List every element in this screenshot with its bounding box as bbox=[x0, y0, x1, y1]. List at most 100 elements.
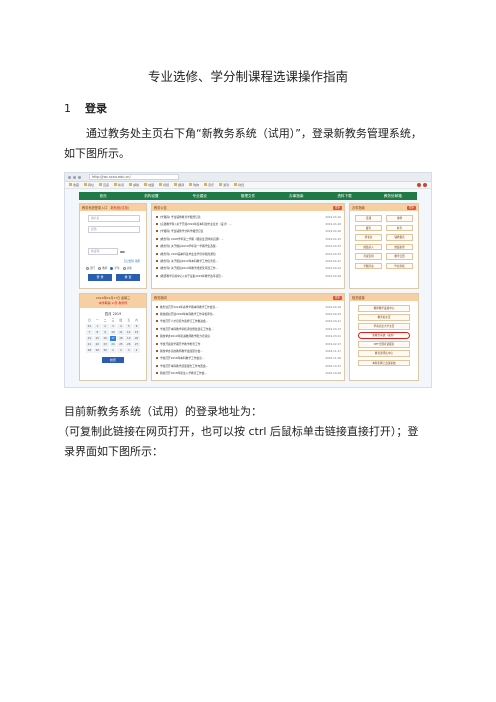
guide-item: 缓考 bbox=[355, 224, 382, 231]
role-radio: 访客 bbox=[122, 266, 132, 270]
new-system-link: 新教务系统（试用） bbox=[358, 332, 410, 339]
news-list: 教务处召开2019年春季学期本科教学工作会议... 2019-04-16 我校组织开… bbox=[152, 301, 344, 377]
list-item-date: 2019-04-16 bbox=[325, 214, 341, 219]
list-item: 学校召开2018年本科教学工作会议... 2018-11-06 bbox=[156, 355, 341, 362]
favorite-item: 视频 bbox=[159, 183, 169, 187]
favorite-label: 网址 bbox=[88, 183, 95, 187]
list-item: [教务科] 关于做好2019学年第一学期学生选课... 2019-04-15 bbox=[156, 243, 341, 250]
nav-item: 教务处邮箱 bbox=[383, 193, 402, 198]
radio-icon bbox=[122, 266, 126, 270]
folder-icon bbox=[114, 183, 118, 186]
calendar-panel: 2019年04月17日 星期三 本学期第 9 周 教学周 四月 2019 日 一 二… bbox=[79, 293, 147, 381]
guide-item: 毕业审核 bbox=[386, 262, 413, 269]
calendar-day: 27 bbox=[133, 342, 140, 347]
portal-body: 教务系统登录入口 新系统(试用) 用户名 密码 验证码 9N 忘记密码 注册 部门… bbox=[79, 203, 419, 383]
weekday-label: 五 bbox=[127, 319, 130, 322]
folder-icon bbox=[99, 183, 103, 186]
weekday-label: 一 bbox=[95, 319, 99, 322]
favorite-item: 音乐 bbox=[204, 183, 214, 187]
calendar-day: 3 bbox=[109, 324, 117, 329]
list-item-date: 2018-11-27 bbox=[325, 349, 341, 354]
section-heading-text: 登录 bbox=[85, 102, 107, 115]
calendar-grid: 日一二三四五六 31 1 2 3 4 5 6 7 8 9 10 11 12 13 14 15 16 17 18 19 20… bbox=[86, 318, 140, 353]
calendar-day: 23 bbox=[101, 342, 109, 347]
list-item-date: 2019-04-03 bbox=[325, 312, 341, 317]
login-new-system-link: 新系统(试用) bbox=[110, 206, 129, 210]
list-item: [教务科] 关于组织2019年教学成果奖评选工作... 2019-04-10 bbox=[156, 265, 341, 272]
favorite-item: 地图 bbox=[144, 183, 154, 187]
list-item-date: 2018-11-06 bbox=[325, 356, 341, 361]
guide-panel-head: 办事指南 更多 bbox=[350, 204, 418, 211]
bullet-icon bbox=[156, 223, 158, 226]
favorite-label: 视频 bbox=[163, 183, 170, 187]
favorite-label: 购物 bbox=[193, 183, 200, 187]
bullet-icon bbox=[156, 357, 158, 360]
bullet-icon bbox=[156, 327, 158, 330]
calendar-day: 14 bbox=[86, 336, 93, 341]
nav-item: 机构设置 bbox=[144, 193, 159, 198]
radio-icon bbox=[86, 266, 89, 270]
list-item-title: 学校召开本科教学质量报告工作布置会... bbox=[160, 363, 209, 368]
calendar-day: 20 bbox=[133, 336, 140, 341]
favorite-item: 新闻 bbox=[114, 183, 124, 187]
links-panel-head: 相关链接 bbox=[350, 294, 418, 301]
list-item: [教务科] 2018学年第二学期《组织生活体验实践》... 2019-04-15 bbox=[156, 235, 341, 242]
list-item: [教务科] 2019届本科生毕业生学位审核的通知 2019-04-15 bbox=[156, 250, 341, 257]
related-link: 本科生网上选课系统 bbox=[358, 359, 410, 367]
list-item: [学籍科] 学生辅修教育学籍登记表 2019-04-16 bbox=[156, 213, 341, 220]
role-radio-label: 教师 bbox=[102, 267, 108, 270]
role-radio: 学生 bbox=[110, 266, 120, 270]
calendar-day: 26 bbox=[125, 342, 133, 347]
weekday-label: 四 bbox=[119, 319, 123, 322]
forward-icon bbox=[73, 175, 76, 179]
list-item-title: [实践教学科] 关于开展2019年度本科生毕业论文（设计）... bbox=[160, 222, 232, 227]
nav-item: 办事指南 bbox=[289, 193, 304, 198]
list-item-date: 2019-03-13 bbox=[325, 326, 341, 331]
list-item-date: 2019-04-10 bbox=[325, 266, 341, 271]
favorite-label: 邮箱 bbox=[133, 183, 140, 187]
favorite-label: 地图 bbox=[148, 183, 155, 187]
calendar-day: 11 bbox=[117, 330, 125, 335]
list-item-title: [教务科] 2018学年第二学期《组织生活体验实践》... bbox=[160, 236, 224, 241]
favorite-item: 财经 bbox=[234, 183, 244, 187]
calendar-day: 8 bbox=[93, 330, 101, 335]
folder-icon bbox=[84, 183, 88, 186]
news-panel: 教务新闻 更多 教务处召开2019年春季学期本科教学工作会议... 2019-04… bbox=[151, 293, 345, 381]
role-radios: 部门 教师 学生 访客 bbox=[86, 266, 142, 270]
calendar-day: 18 bbox=[117, 336, 125, 341]
list-item-date: 2019-04-12 bbox=[325, 259, 341, 264]
folder-icon bbox=[129, 183, 133, 186]
weekday-label: 三 bbox=[111, 319, 115, 322]
folder-icon bbox=[69, 183, 72, 186]
list-item-date: 2019-04-15 bbox=[325, 244, 341, 249]
list-item-title: [学籍科] 学生辅修教育学籍登记表 bbox=[160, 214, 201, 219]
page-title: 专业选修、学分制课程选课操作指南 bbox=[147, 69, 348, 84]
list-item: [学籍科] 学生辅修学分转学籍登记表 2019-04-16 bbox=[156, 228, 341, 235]
related-link: 教务处主页 bbox=[358, 314, 410, 321]
favorite-label: 新闻 bbox=[118, 183, 125, 187]
calendar-day: 6 bbox=[133, 324, 140, 329]
list-item: [实践教学科] 关于开展2019年度本科生毕业论文（设计）... 2019-04-… bbox=[156, 220, 341, 227]
folder-icon bbox=[189, 183, 193, 186]
calendar-day: 4 bbox=[117, 324, 125, 329]
list-item-title: [教务科] 关于做好2019学年第一学期学生选课... bbox=[160, 244, 219, 249]
bullet-icon bbox=[156, 237, 158, 240]
login-panel: 教务系统登录入口 新系统(试用) 用户名 密码 验证码 9N 忘记密码 注册 部门… bbox=[79, 203, 147, 289]
guide-more-button: 更多 bbox=[406, 205, 416, 210]
password-field: 密码 bbox=[88, 226, 140, 233]
radio-icon bbox=[110, 266, 114, 270]
favorite-label: 百度 bbox=[103, 183, 110, 187]
captcha-image: 9N bbox=[120, 250, 125, 254]
bullet-icon bbox=[156, 320, 158, 323]
folder-icon bbox=[219, 183, 223, 186]
bullet-icon bbox=[156, 342, 158, 345]
calendar-day: 2 bbox=[101, 324, 109, 329]
calendar-day: 2 bbox=[117, 348, 125, 353]
bullet-icon bbox=[156, 335, 158, 338]
extension-icon bbox=[423, 183, 427, 187]
nav-item: 专业建设 bbox=[192, 193, 207, 198]
browser-tools bbox=[415, 183, 427, 187]
list-item-date: 2019-04-16 bbox=[325, 222, 341, 227]
calendar-day: 15 bbox=[93, 336, 101, 341]
list-item-date: 2018-10-09 bbox=[325, 371, 341, 376]
